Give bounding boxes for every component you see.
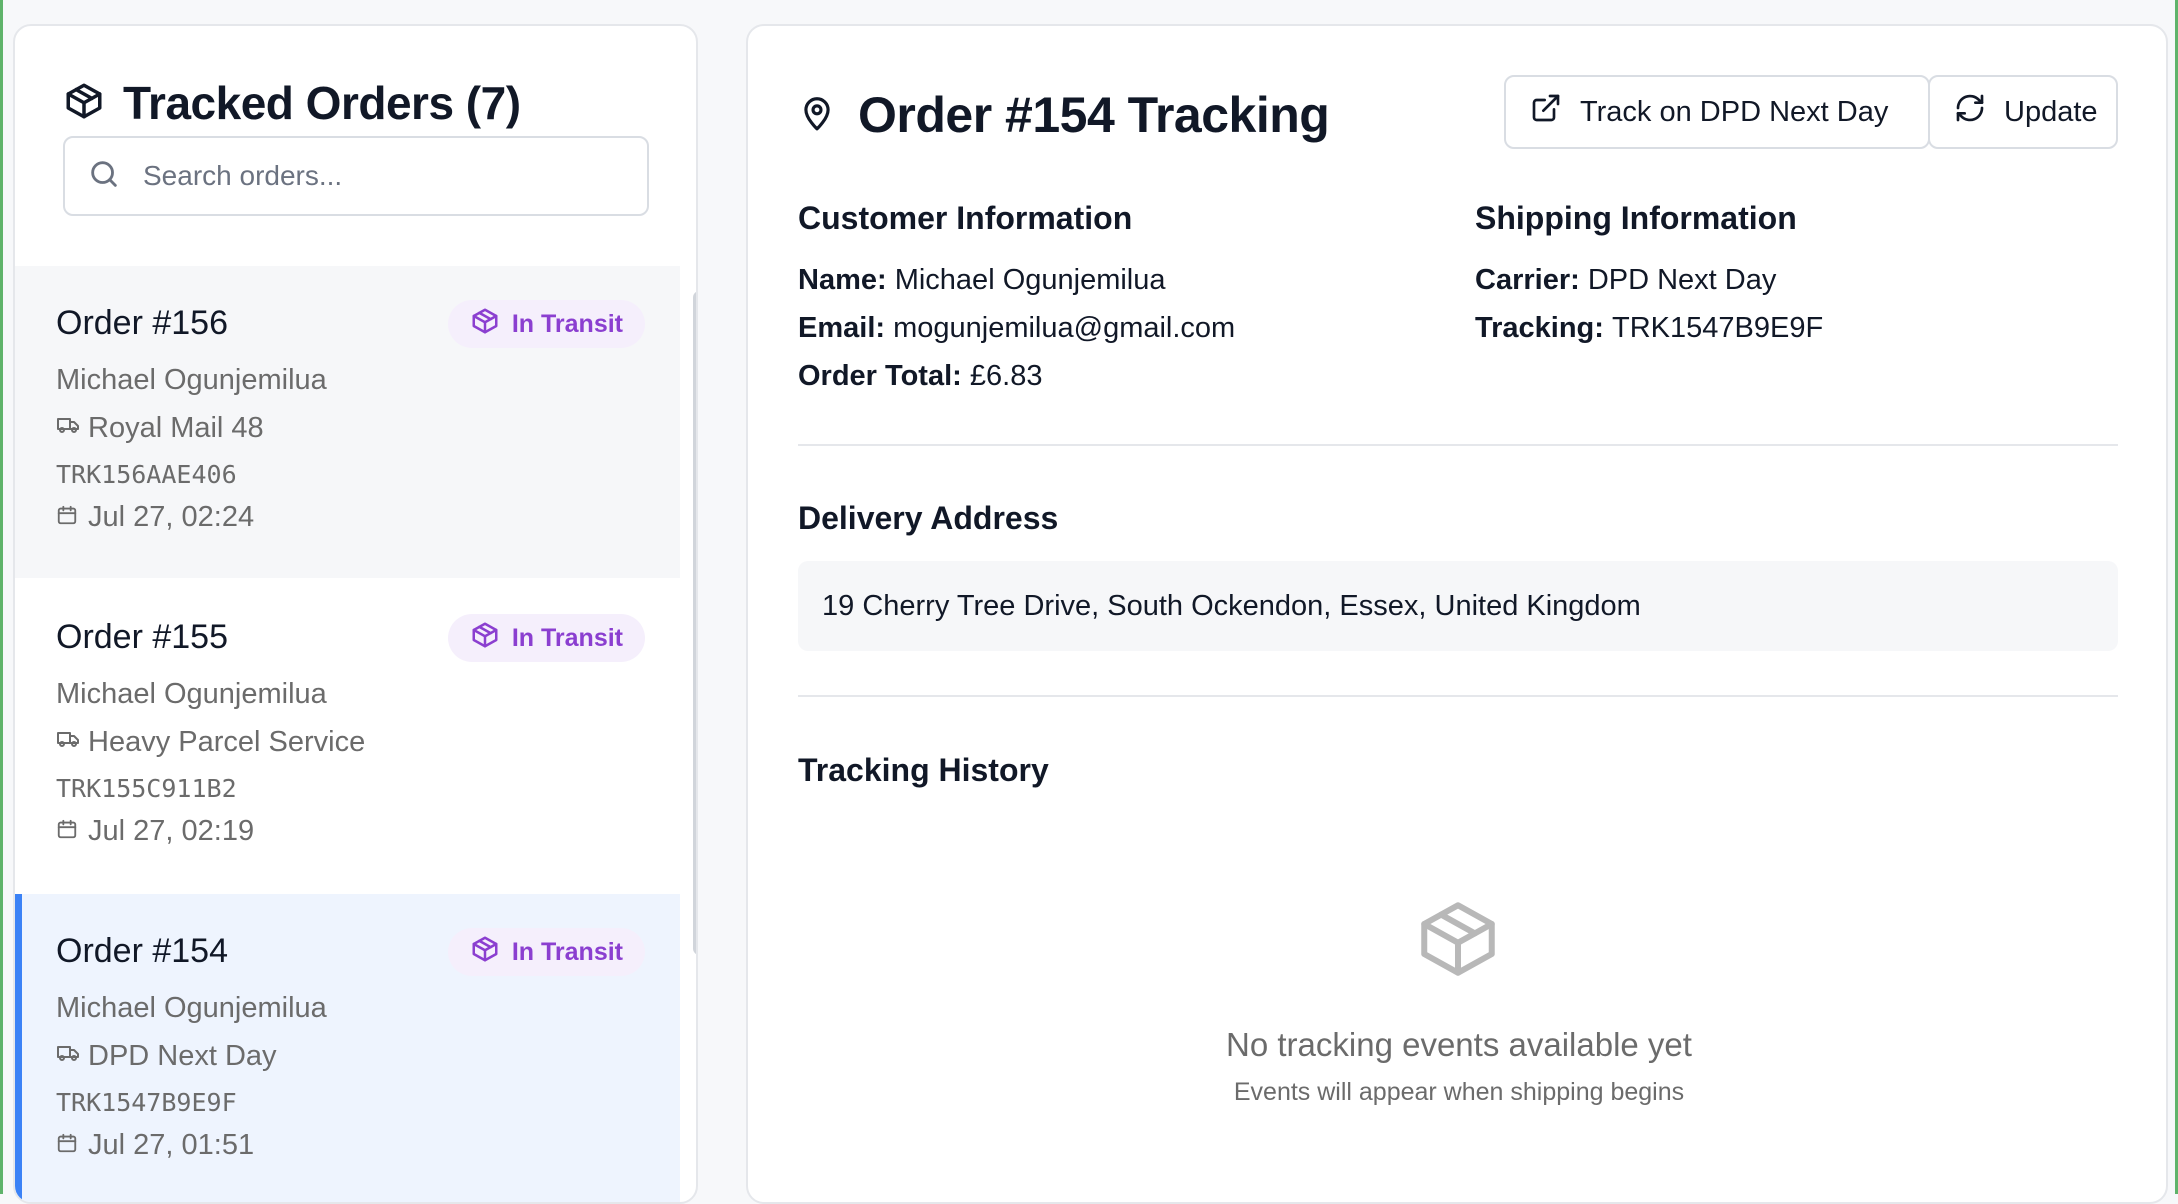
orders-panel-header: Tracked Orders (7) xyxy=(15,26,696,266)
order-customer: Michael Ogunjemilua xyxy=(56,364,327,396)
order-date: Jul 27, 01:51 xyxy=(56,1129,254,1162)
customer-name-row: Name: Michael Ogunjemilua xyxy=(798,264,1166,297)
order-carrier: Royal Mail 48 xyxy=(56,412,264,445)
order-tracking-number: TRK156AAE406 xyxy=(56,460,237,489)
order-detail-panel: Order #154 Tracking Track on DPD Next Da… xyxy=(746,24,2168,1204)
package-icon xyxy=(470,620,500,657)
track-on-carrier-button[interactable]: Track on DPD Next Day xyxy=(1504,75,1930,149)
order-card[interactable]: Order #156 In Transit Michael Ogunjemilu… xyxy=(15,266,680,578)
order-total-row: Order Total: £6.83 xyxy=(798,360,1042,393)
status-badge: In Transit xyxy=(447,614,645,662)
order-number: Order #154 xyxy=(56,932,228,970)
order-date: Jul 27, 02:19 xyxy=(56,815,254,848)
carrier-row: Carrier: DPD Next Day xyxy=(1475,264,1776,297)
empty-state-subtitle: Events will appear when shipping begins xyxy=(1233,1078,1685,1106)
order-customer: Michael Ogunjemilua xyxy=(56,992,327,1024)
customer-name: Michael Ogunjemilua xyxy=(894,264,1166,296)
map-pin-icon xyxy=(798,92,836,139)
order-tracking-number: TRK155C911B2 xyxy=(56,774,237,803)
orders-title-row: Tracked Orders (7) xyxy=(63,76,521,130)
order-card[interactable]: Order #155 In Transit Michael Ogunjemilu… xyxy=(15,580,680,892)
order-list: Order #156 In Transit Michael Ogunjemilu… xyxy=(15,266,680,1202)
external-link-icon xyxy=(1530,92,1562,132)
order-carrier: Heavy Parcel Service xyxy=(56,726,365,759)
search-box[interactable] xyxy=(63,136,649,216)
search-icon xyxy=(87,157,121,196)
package-icon xyxy=(470,934,500,971)
calendar-icon xyxy=(56,501,78,534)
email-label: Email: xyxy=(798,312,894,344)
divider xyxy=(798,444,2118,446)
tracking-history-heading: Tracking History xyxy=(798,752,1049,788)
calendar-icon xyxy=(56,1129,78,1162)
truck-icon xyxy=(56,1040,80,1073)
tracking-row: Tracking: TRK1547B9E9F xyxy=(1475,312,1823,345)
order-tracking-number: TRK1547B9E9F xyxy=(56,1088,237,1117)
shipping-info-heading: Shipping Information xyxy=(1475,200,1797,236)
carrier-value: DPD Next Day xyxy=(1587,264,1777,296)
order-total: £6.83 xyxy=(969,360,1043,392)
name-label: Name: xyxy=(798,264,895,296)
truck-icon xyxy=(56,726,80,759)
total-label: Order Total: xyxy=(798,360,970,392)
customer-info-heading: Customer Information xyxy=(798,200,1133,236)
delivery-address-heading: Delivery Address xyxy=(798,500,1059,536)
track-on-carrier-label: Track on DPD Next Day xyxy=(1580,95,1889,128)
update-label: Update xyxy=(2004,95,2098,128)
order-number: Order #156 xyxy=(56,304,228,342)
order-number: Order #155 xyxy=(56,618,228,656)
empty-state-title: No tracking events available yet xyxy=(1226,1026,1692,1063)
status-label: In Transit xyxy=(511,937,623,966)
orders-panel: Tracked Orders (7) Order #156 In Transit xyxy=(13,24,698,1204)
package-icon xyxy=(63,80,105,127)
detail-title-row: Order #154 Tracking xyxy=(798,86,1330,144)
order-customer: Michael Ogunjemilua xyxy=(56,678,327,710)
status-badge: In Transit xyxy=(447,928,645,976)
detail-title: Order #154 Tracking xyxy=(858,87,1330,143)
customer-email: mogunjemilua@gmail.com xyxy=(893,312,1236,344)
order-list-scrollbar[interactable] xyxy=(693,291,696,955)
order-carrier-label: DPD Next Day xyxy=(88,1040,277,1072)
order-carrier: DPD Next Day xyxy=(56,1040,277,1073)
order-card-selected[interactable]: Order #154 In Transit Michael Ogunjemilu… xyxy=(15,894,680,1202)
order-date-label: Jul 27, 02:19 xyxy=(88,815,255,847)
refresh-icon xyxy=(1954,92,1986,132)
status-label: In Transit xyxy=(511,309,623,338)
package-icon xyxy=(470,306,500,343)
truck-icon xyxy=(56,412,80,445)
order-date-label: Jul 27, 02:24 xyxy=(88,501,255,533)
package-icon xyxy=(1413,894,1503,984)
delivery-address-box: 19 Cherry Tree Drive, South Ockendon, Es… xyxy=(798,561,2118,651)
status-badge: In Transit xyxy=(447,300,645,348)
tracking-label: Tracking: xyxy=(1475,312,1612,344)
customer-email-row: Email: mogunjemilua@gmail.com xyxy=(798,312,1235,345)
carrier-label: Carrier: xyxy=(1475,264,1588,296)
search-input[interactable] xyxy=(143,160,623,192)
tracking-value: TRK1547B9E9F xyxy=(1612,312,1824,344)
order-date-label: Jul 27, 01:51 xyxy=(88,1129,255,1161)
order-carrier-label: Heavy Parcel Service xyxy=(88,726,366,758)
divider xyxy=(798,695,2118,697)
update-button[interactable]: Update xyxy=(1928,75,2118,149)
status-label: In Transit xyxy=(511,623,623,652)
order-date: Jul 27, 02:24 xyxy=(56,501,254,534)
order-carrier-label: Royal Mail 48 xyxy=(88,412,264,444)
delivery-address: 19 Cherry Tree Drive, South Ockendon, Es… xyxy=(822,589,1641,622)
orders-title: Tracked Orders (7) xyxy=(123,77,521,129)
calendar-icon xyxy=(56,815,78,848)
